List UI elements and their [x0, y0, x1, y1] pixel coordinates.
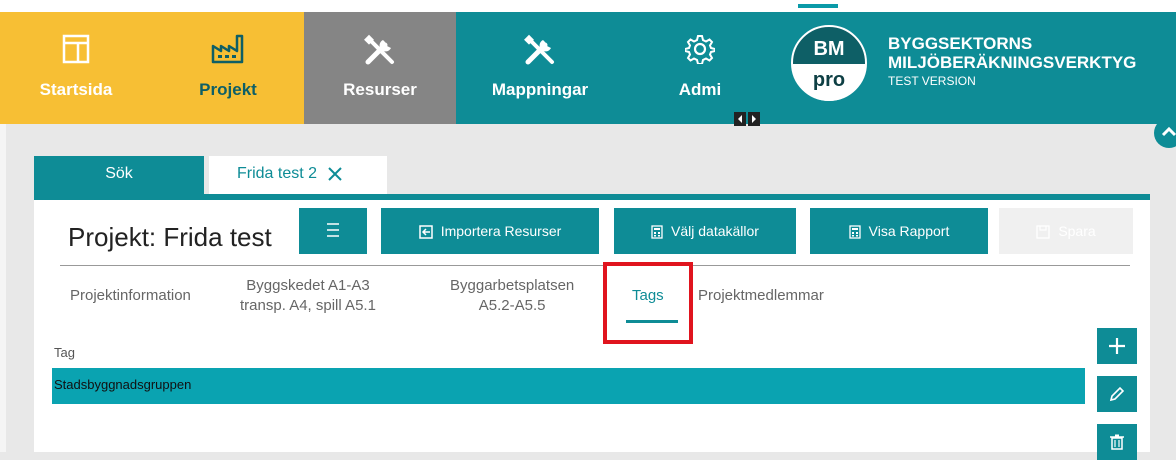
left-gutter — [0, 124, 6, 452]
subtab-label-line2: transp. A4, spill A5.1 — [240, 297, 376, 314]
main-nav: Startsida Projekt Resurser Mappningar Ad… — [0, 12, 1176, 126]
tab-label: Sök — [105, 165, 133, 182]
logo-bottom-text: pro — [813, 69, 845, 91]
button-label: Spara — [1058, 223, 1096, 239]
nav-projekt[interactable]: Projekt — [152, 12, 304, 124]
tab-sok[interactable]: Sök — [34, 156, 204, 194]
nav-startsida[interactable]: Startsida — [0, 12, 152, 124]
brand-line1: BYGGSEKTORNS — [888, 34, 1033, 53]
layout-icon — [62, 34, 90, 64]
edit-button[interactable] — [1097, 376, 1137, 412]
nav-label: Resurser — [343, 80, 417, 99]
bm-pro-logo: BM pro — [791, 25, 867, 101]
brand-line2: MILJÖBERÄKNINGSVERKTYG — [888, 53, 1137, 72]
subtab-byggskedet[interactable]: Byggskedet A1-A3 transp. A4, spill A5.1 — [240, 276, 376, 316]
add-button[interactable] — [1097, 328, 1137, 364]
subtab-label-line2: A5.2-A5.5 — [478, 297, 546, 314]
column-header-tag: Tag — [54, 345, 75, 360]
collapse-chevron-icon[interactable] — [1154, 118, 1176, 148]
tools-icon — [364, 34, 394, 65]
close-icon[interactable] — [327, 166, 343, 182]
button-label: Välj datakällor — [671, 223, 759, 239]
nav-label: Admi — [678, 80, 722, 99]
nav-resurser[interactable]: Resurser — [304, 12, 456, 124]
nav-label: Mappningar — [491, 80, 589, 99]
table-cell: Stadsbyggnadsgruppen — [54, 377, 192, 392]
subtab-projektinformation[interactable]: Projektinformation — [70, 286, 191, 306]
import-resources-button[interactable]: Importera Resurser — [381, 208, 599, 254]
import-icon — [418, 225, 433, 240]
header-divider — [60, 265, 1130, 266]
subtab-label: Projektmedlemmar — [698, 287, 824, 304]
subtab-byggarbetsplatsen[interactable]: Byggarbetsplatsen A5.2-A5.5 — [450, 276, 574, 316]
tab-label: Frida test 2 — [237, 165, 318, 182]
nav-label: Projekt — [199, 80, 257, 99]
plus-icon — [1109, 338, 1125, 354]
factory-icon — [211, 34, 244, 64]
nav-mappningar[interactable]: Mappningar — [456, 12, 624, 124]
gear-icon — [685, 35, 715, 64]
save-icon — [1036, 225, 1050, 239]
nav-label: Startsida — [39, 80, 113, 99]
subtab-label-line1: Byggarbetsplatsen — [450, 277, 575, 294]
hamburger-icon — [327, 223, 339, 237]
logo-top-text: BM — [813, 38, 844, 60]
show-report-button[interactable]: Visa Rapport — [810, 208, 988, 254]
highlight-box — [603, 262, 693, 344]
menu-button[interactable] — [299, 208, 367, 254]
button-label: Importera Resurser — [440, 223, 562, 239]
subtab-label-line1: Byggskedet A1-A3 — [246, 277, 370, 294]
nav-admi[interactable]: Admi — [624, 12, 776, 124]
page-title: Projekt: Frida test — [68, 222, 272, 252]
scroll-arrows-icon[interactable] — [734, 112, 760, 126]
table-row[interactable]: Stadsbyggnadsgruppen — [52, 368, 1085, 404]
tab-frida-test-2[interactable]: Frida test 2 — [209, 156, 387, 194]
calculator-icon — [849, 225, 861, 239]
pencil-icon — [1109, 386, 1125, 402]
tools-icon — [524, 34, 554, 65]
top-strip — [0, 0, 1176, 12]
delete-button[interactable] — [1097, 424, 1137, 460]
save-button[interactable]: Spara — [999, 208, 1133, 254]
button-label: Visa Rapport — [868, 223, 950, 239]
trash-icon — [1110, 434, 1124, 450]
brand-line3: TEST VERSION — [888, 74, 976, 88]
subtab-label: Projektinformation — [70, 287, 191, 304]
brand-text: BYGGSEKTORNS MILJÖBERÄKNINGSVERKTYG TEST… — [888, 34, 1136, 91]
subtab-projektmedlemmar[interactable]: Projektmedlemmar — [698, 286, 824, 306]
calculator-icon — [651, 225, 663, 239]
select-data-sources-button[interactable]: Välj datakällor — [614, 208, 796, 254]
top-indicator — [798, 4, 838, 8]
